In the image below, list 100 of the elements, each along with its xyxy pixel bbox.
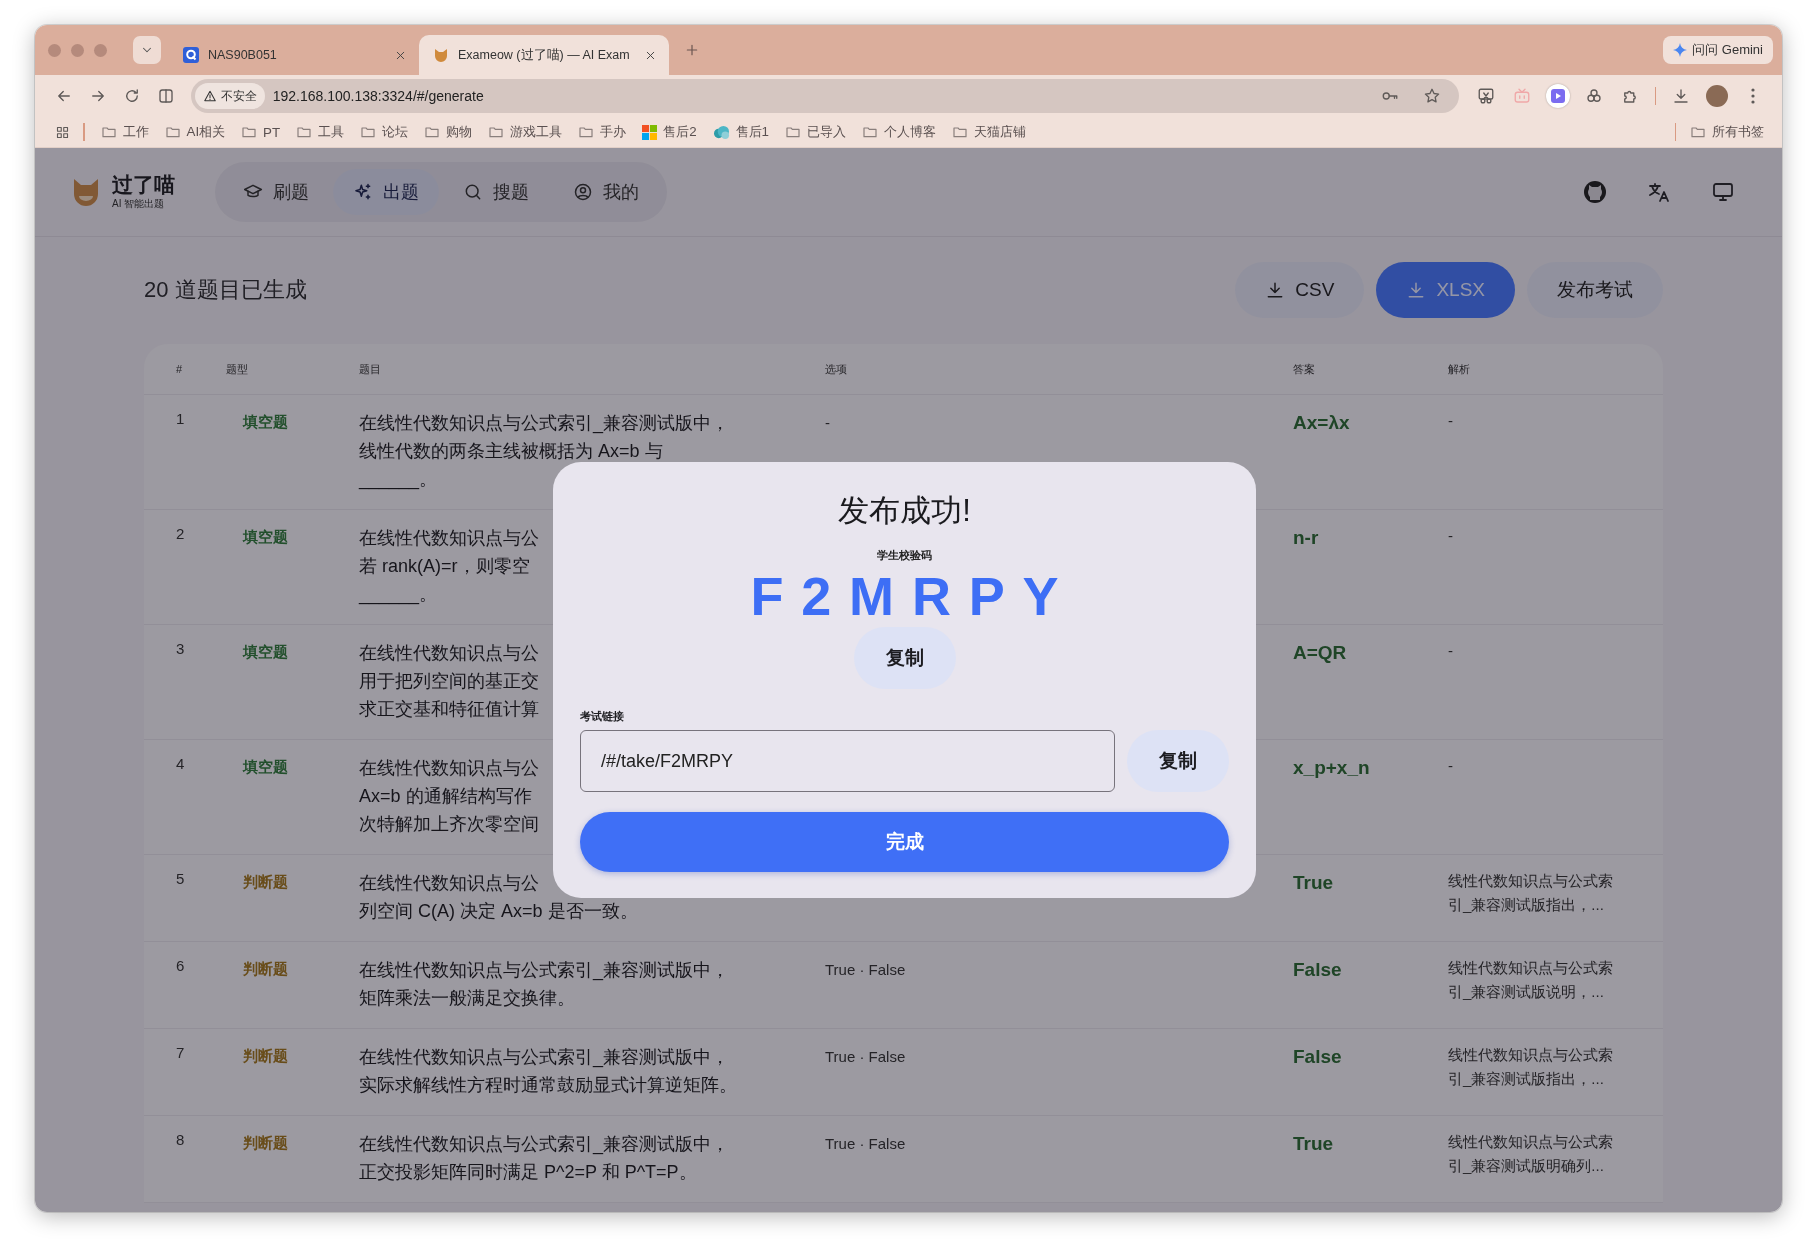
analysis-text: - xyxy=(1448,757,1453,774)
star-icon xyxy=(1422,87,1441,105)
four-squares-icon xyxy=(642,124,658,140)
nav-tab[interactable]: 搜题 xyxy=(443,169,549,215)
folder-icon xyxy=(360,124,377,140)
row-number: 1 xyxy=(176,410,185,427)
row-number: 3 xyxy=(176,640,185,657)
bookmark[interactable]: 购物 xyxy=(416,120,481,144)
options-text: True · False xyxy=(825,961,906,978)
question-line: 在线性代数知识点与公 xyxy=(359,642,539,665)
bookmark[interactable]: 游戏工具 xyxy=(480,120,571,144)
question-type: 判断题 xyxy=(243,1047,288,1064)
warning-icon xyxy=(202,89,217,103)
folder-icon xyxy=(1690,124,1706,140)
question-line: Ax=b 的通解结构写作 xyxy=(359,785,532,808)
column-header: 答案 xyxy=(1293,361,1316,377)
plus-icon xyxy=(684,42,700,58)
bookmark[interactable]: 已导入 xyxy=(776,120,854,144)
sidebar-icon xyxy=(156,87,175,105)
bookmark[interactable]: 论坛 xyxy=(352,120,417,144)
question-line: 用于把列空间的基正交 xyxy=(359,670,539,693)
nav-tab[interactable]: 我的 xyxy=(553,169,659,215)
folder-icon xyxy=(424,124,441,140)
bookmark[interactable]: 工作 xyxy=(92,120,157,144)
apps-grid-icon xyxy=(54,124,70,140)
address-bar[interactable]: 不安全 192.168.100.138:3324/#/generate xyxy=(190,79,1459,113)
link-field[interactable]: /#/take/F2MRPY xyxy=(580,730,1115,793)
export-button[interactable]: 发布考试 xyxy=(1527,262,1663,318)
folder-icon xyxy=(861,124,878,140)
question-type: 判断题 xyxy=(243,1134,288,1151)
answer-text: True xyxy=(1293,1133,1334,1154)
folder-icon xyxy=(951,124,968,140)
video-play-icon xyxy=(1545,84,1570,108)
question-type: 判断题 xyxy=(243,873,288,890)
bookmark[interactable]: 个人博客 xyxy=(853,120,944,144)
bookmark[interactable]: 工具 xyxy=(288,120,353,144)
more-icon xyxy=(1751,88,1755,104)
copy-button[interactable]: 复制 xyxy=(853,627,956,690)
folder-icon xyxy=(164,124,181,140)
tv-icon xyxy=(1512,87,1531,105)
monitor-icon xyxy=(1711,180,1735,204)
folder-icon xyxy=(488,124,505,140)
analysis-text: - xyxy=(1448,642,1453,659)
tab-title: Exameow (过了喵) — AI Exam xyxy=(458,46,631,64)
bookmark[interactable]: 天猫店铺 xyxy=(943,120,1034,144)
question-line: 线性代数的两条主线被概括为 Ax=b 与 xyxy=(359,440,663,463)
done-button[interactable]: 完成 xyxy=(580,812,1229,873)
export-button[interactable]: CSV xyxy=(1235,262,1365,318)
bookmark[interactable]: AI相关 xyxy=(156,120,234,144)
question-line: 在线性代数知识点与公式索引_兼容测试版中， xyxy=(359,1046,729,1070)
app-icon xyxy=(183,47,199,63)
user-circle-icon xyxy=(573,182,593,202)
nav-tab[interactable]: 出题 xyxy=(333,169,439,215)
options-text: True · False xyxy=(825,1135,906,1152)
question-line: 在线性代数知识点与公式索引_兼容测试版中， xyxy=(359,1133,729,1157)
result-heading: 20 道题目已生成 xyxy=(144,276,307,304)
sparkle-icon xyxy=(1673,43,1688,57)
folder-icon xyxy=(296,124,313,140)
column-header: 题目 xyxy=(359,361,382,377)
bookmark[interactable]: 售后2 xyxy=(634,120,705,144)
row-number: 4 xyxy=(176,755,185,772)
question-line: ______。 xyxy=(359,468,438,492)
url-text: 192.168.100.138:3324/#/generate xyxy=(272,88,485,104)
gemini-button[interactable]: 问问 Gemini xyxy=(1663,36,1773,64)
bookmark[interactable]: PT xyxy=(233,120,289,144)
profile-avatar xyxy=(1706,85,1728,107)
question-line: 在线性代数知识点与公式索引_兼容测试版中， xyxy=(359,959,729,983)
column-header: 解析 xyxy=(1448,361,1471,377)
sparkles-icon xyxy=(353,182,373,202)
browser-tab[interactable]: NAS90B051 xyxy=(169,35,419,75)
answer-text: False xyxy=(1293,959,1342,980)
copy-button[interactable]: 复制 xyxy=(1127,730,1229,793)
security-chip[interactable]: 不安全 xyxy=(194,83,265,109)
question-type: 填空题 xyxy=(243,413,288,430)
nav-tab[interactable]: 刷题 xyxy=(223,169,329,215)
scissors-icon xyxy=(1476,87,1495,105)
translate-icon xyxy=(1647,180,1671,204)
row-number: 6 xyxy=(176,957,185,974)
question-line: 在线性代数知识点与公 xyxy=(359,527,539,550)
question-line: ______。 xyxy=(359,583,438,607)
row-number: 7 xyxy=(176,1044,185,1061)
browser-tab[interactable]: Exameow (过了喵) — AI Exam xyxy=(419,35,669,75)
row-number: 2 xyxy=(176,525,185,542)
github-icon xyxy=(1583,180,1607,204)
folder-icon xyxy=(241,124,258,140)
app-title: 过了喵 xyxy=(112,173,175,197)
question-type: 填空题 xyxy=(243,528,288,545)
bookmark-folder[interactable]: 所有书签 xyxy=(1682,120,1772,144)
bookmark[interactable]: 售后1 xyxy=(704,120,777,144)
tab-title: NAS90B051 xyxy=(208,48,278,62)
question-type: 填空题 xyxy=(243,643,288,660)
answer-text: False xyxy=(1293,1046,1342,1067)
analysis-text: - xyxy=(1448,527,1453,544)
answer-text: n-r xyxy=(1293,527,1319,548)
code-label: 学生校验码 xyxy=(877,547,932,563)
download-icon xyxy=(1672,87,1690,105)
question-line: 若 rank(A)=r，则零空 xyxy=(359,555,530,578)
analysis-text: 线性代数知识点与公式索引_兼容测试版指出，... xyxy=(1448,1046,1613,1087)
question-line: 求正交基和特征值计算 xyxy=(359,698,539,721)
bookmark[interactable]: 手办 xyxy=(570,120,635,144)
